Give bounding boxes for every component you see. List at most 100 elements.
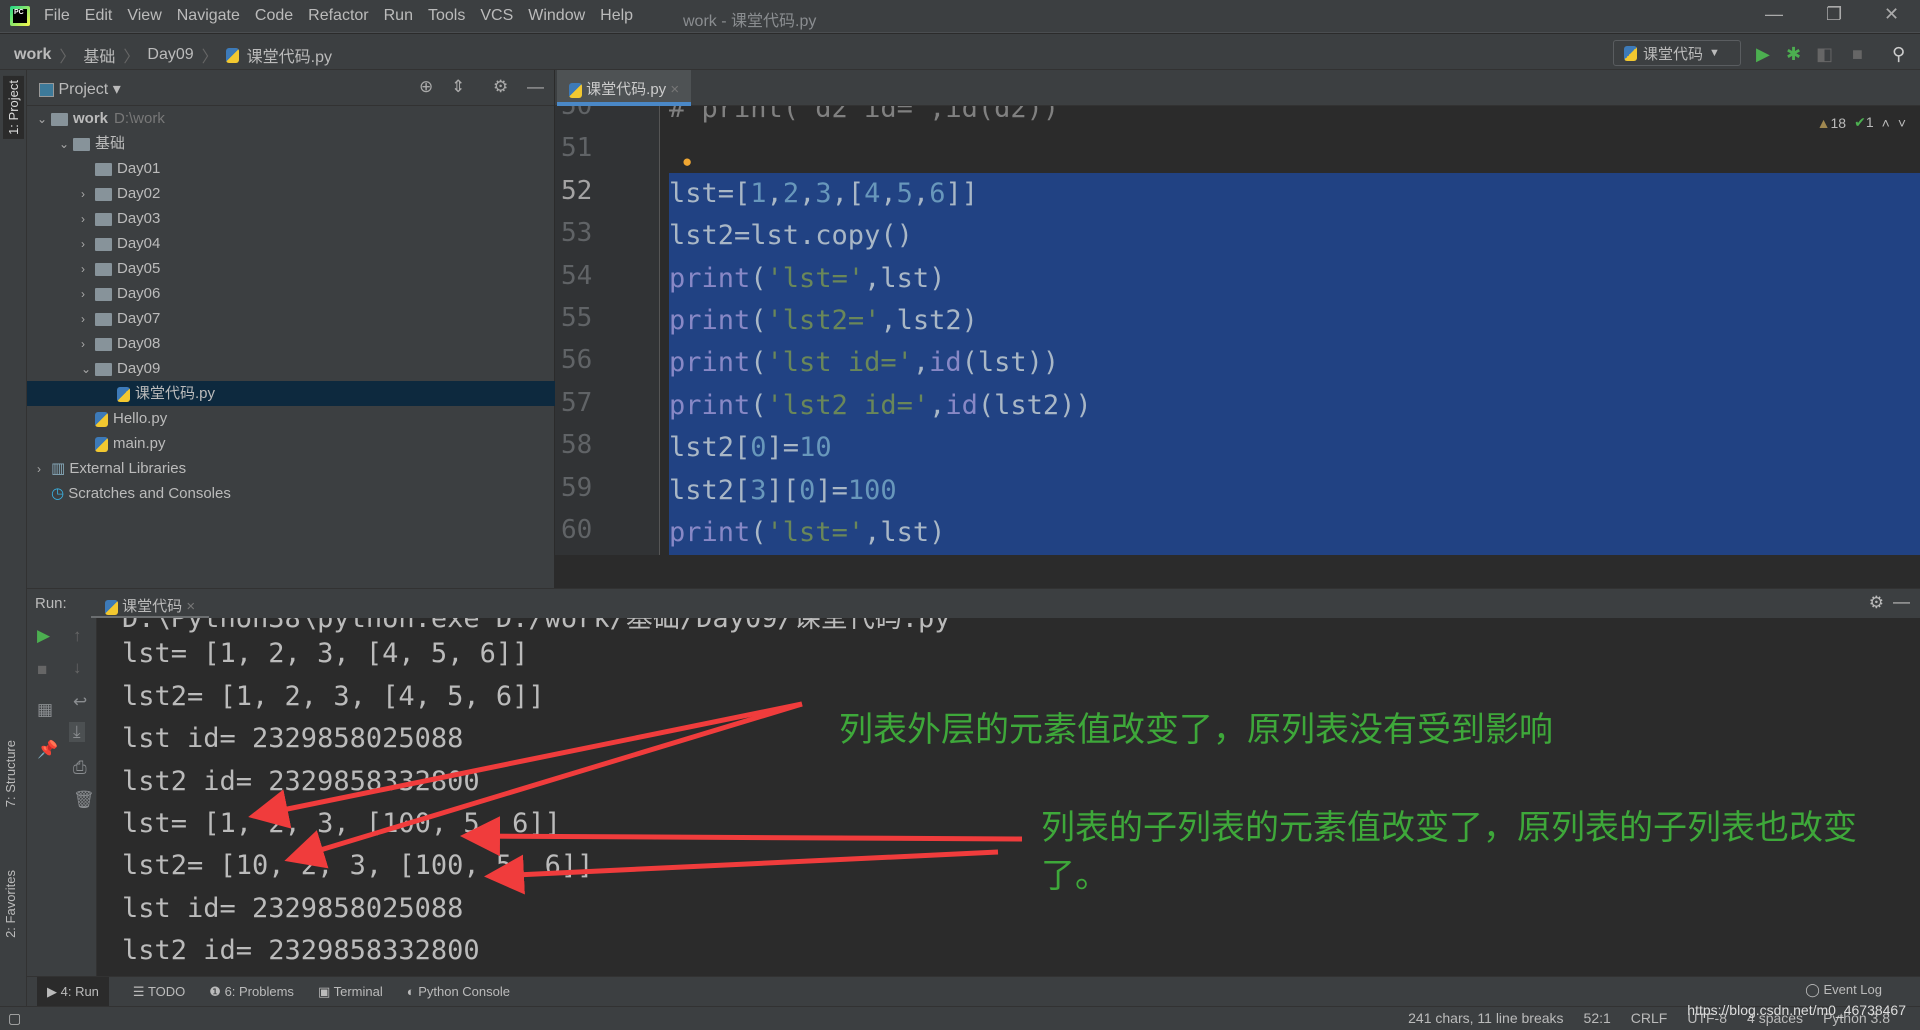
- tab-favorites[interactable]: 2: Favorites: [3, 870, 18, 938]
- tree-item[interactable]: › Day05: [27, 256, 555, 281]
- menu-help[interactable]: Help: [600, 7, 633, 25]
- menu-window[interactable]: Window: [528, 7, 585, 25]
- run-tab[interactable]: 课堂代码 ×: [91, 589, 210, 619]
- console-output[interactable]: D:\Python38\python.exe D:/work/基础/Day09/…: [97, 618, 1920, 976]
- event-log-button[interactable]: ◯ Event Log: [1805, 982, 1882, 998]
- inspection-widget[interactable]: ▲18 ✔1 ˄ ˅: [1817, 114, 1906, 131]
- tool-tab-run[interactable]: ▶ 4: Run: [37, 976, 109, 1007]
- tree-item[interactable]: › Day07: [27, 306, 555, 331]
- scroll-to-end-icon[interactable]: ⤓: [69, 722, 85, 742]
- stop-icon[interactable]: ■: [37, 660, 47, 680]
- coverage-icon[interactable]: ◧: [1816, 44, 1833, 65]
- tree-item[interactable]: Day01: [27, 156, 555, 181]
- chevron-right-icon[interactable]: ›: [81, 282, 95, 307]
- chevron-right-icon[interactable]: ›: [81, 182, 95, 207]
- chevron-right-icon[interactable]: ›: [81, 232, 95, 257]
- hide-icon[interactable]: —: [1893, 592, 1910, 612]
- chevron-down-icon[interactable]: ⌄: [59, 132, 73, 157]
- tool-tab-problems[interactable]: ❶ 6: Problems: [209, 984, 294, 1000]
- tree-item[interactable]: › Day02: [27, 181, 555, 206]
- tree-item[interactable]: › Day06: [27, 281, 555, 306]
- tree-item[interactable]: ⌄ 基础: [27, 131, 555, 156]
- tree-item-label: Day08: [117, 335, 161, 352]
- breadcrumb-item[interactable]: 基础: [83, 43, 115, 67]
- tree-item[interactable]: › Day04: [27, 231, 555, 256]
- soft-wrap-icon[interactable]: ↩: [73, 692, 87, 712]
- code-editor[interactable]: 50 51 52 53 54 55 56 57 58 59 60 # print('d2 id=',…: [555, 106, 1920, 555]
- menu-navigate[interactable]: Navigate: [177, 7, 240, 25]
- gear-icon[interactable]: ⚙: [493, 77, 508, 97]
- menu-refactor[interactable]: Refactor: [308, 7, 368, 25]
- search-icon[interactable]: ⚲: [1892, 44, 1905, 65]
- run-configuration-select[interactable]: 课堂代码 ▼: [1613, 40, 1741, 66]
- code-token: lst2=lst.copy(): [669, 220, 913, 252]
- trash-icon[interactable]: 🗑: [73, 790, 95, 810]
- rerun-icon[interactable]: ▶: [37, 626, 50, 646]
- chevron-right-icon[interactable]: ›: [81, 332, 95, 357]
- tree-item[interactable]: ◷ Scratches and Consoles: [27, 481, 555, 506]
- tree-item[interactable]: ⌄ work D:\work: [27, 106, 555, 131]
- menu-vcs[interactable]: VCS: [480, 7, 513, 25]
- chevron-down-icon[interactable]: ⌄: [81, 357, 95, 382]
- minimize-icon[interactable]: —: [1765, 4, 1783, 25]
- close-window-icon[interactable]: ✕: [1884, 4, 1899, 25]
- tree-item[interactable]: 课堂代码.py: [27, 381, 555, 406]
- menu-code[interactable]: Code: [255, 7, 293, 25]
- project-view-select[interactable]: Project ▾: [39, 79, 121, 99]
- stop-icon[interactable]: ■: [1852, 44, 1863, 65]
- next-highlight-icon[interactable]: ˅: [1898, 115, 1906, 131]
- tool-tab-pythonconsole[interactable]: ◐ Python Console: [407, 984, 510, 999]
- tool-tab-terminal[interactable]: ▣ Terminal: [318, 984, 383, 1000]
- gear-icon[interactable]: ⚙: [1869, 593, 1884, 613]
- lightbulb-icon[interactable]: ●: [682, 152, 692, 172]
- line-number: 57: [561, 387, 593, 418]
- close-tab-icon[interactable]: ×: [670, 81, 679, 98]
- run-icon[interactable]: ▶: [1756, 44, 1770, 65]
- tab-project[interactable]: 1: Project: [3, 76, 24, 139]
- menu-tools[interactable]: Tools: [428, 7, 465, 25]
- tab-structure[interactable]: 7: Structure: [3, 740, 18, 807]
- code-token: (: [750, 347, 767, 379]
- caret-position[interactable]: 52:1: [1584, 1010, 1611, 1026]
- chevron-right-icon[interactable]: ›: [81, 257, 95, 282]
- tree-item[interactable]: › Day03: [27, 206, 555, 231]
- warning-icon: ▲: [1816, 114, 1831, 131]
- print-icon[interactable]: ⎙: [73, 758, 87, 778]
- editor-tab[interactable]: 课堂代码.py ×: [557, 70, 692, 106]
- chevron-right-icon[interactable]: ›: [81, 207, 95, 232]
- chevron-down-icon[interactable]: ⌄: [37, 107, 51, 132]
- line-separator[interactable]: CRLF: [1631, 1010, 1668, 1026]
- breadcrumb-item[interactable]: 课堂代码.py: [247, 43, 332, 67]
- up-arrow-icon[interactable]: ↑: [73, 626, 82, 646]
- menu-view[interactable]: View: [127, 7, 161, 25]
- breadcrumb-item[interactable]: Day09: [147, 46, 193, 64]
- tree-item[interactable]: main.py: [27, 431, 555, 456]
- menu-edit[interactable]: Edit: [85, 7, 113, 25]
- breadcrumb-item[interactable]: work: [14, 46, 51, 64]
- debug-icon[interactable]: ✱: [1786, 44, 1801, 65]
- tree-item[interactable]: Hello.py: [27, 406, 555, 431]
- down-arrow-icon[interactable]: ↓: [73, 658, 82, 678]
- tree-item[interactable]: › Day08: [27, 331, 555, 356]
- tree-item[interactable]: ⌄ Day09: [27, 356, 555, 381]
- chevron-right-icon[interactable]: ›: [81, 307, 95, 332]
- pin-icon[interactable]: 📌: [37, 740, 58, 760]
- previous-highlight-icon[interactable]: ˄: [1882, 115, 1890, 131]
- line-number: 58: [561, 430, 593, 461]
- chevron-right-icon[interactable]: ›: [37, 457, 51, 482]
- close-tab-icon[interactable]: ×: [186, 598, 195, 615]
- toggle-tool-windows-icon[interactable]: ▢: [8, 1010, 21, 1027]
- collapse-all-icon[interactable]: ⇕: [451, 77, 465, 97]
- code-token: (lst2)): [977, 389, 1092, 421]
- tree-item[interactable]: › ▥ External Libraries: [27, 456, 555, 481]
- tool-tab-todo[interactable]: ☰ TODO: [133, 984, 185, 1000]
- hide-icon[interactable]: —: [527, 77, 544, 97]
- code-token: 'lst=': [766, 517, 865, 548]
- tree-item-label: Day02: [117, 185, 161, 202]
- restore-icon[interactable]: ❐: [1826, 4, 1842, 25]
- layout-icon[interactable]: ▦: [37, 700, 53, 720]
- menu-run[interactable]: Run: [384, 7, 413, 25]
- run-panel-header: Run: 课堂代码 × ⚙ —: [27, 588, 1920, 619]
- menu-file[interactable]: File: [44, 7, 70, 25]
- locate-icon[interactable]: ⊕: [419, 77, 433, 97]
